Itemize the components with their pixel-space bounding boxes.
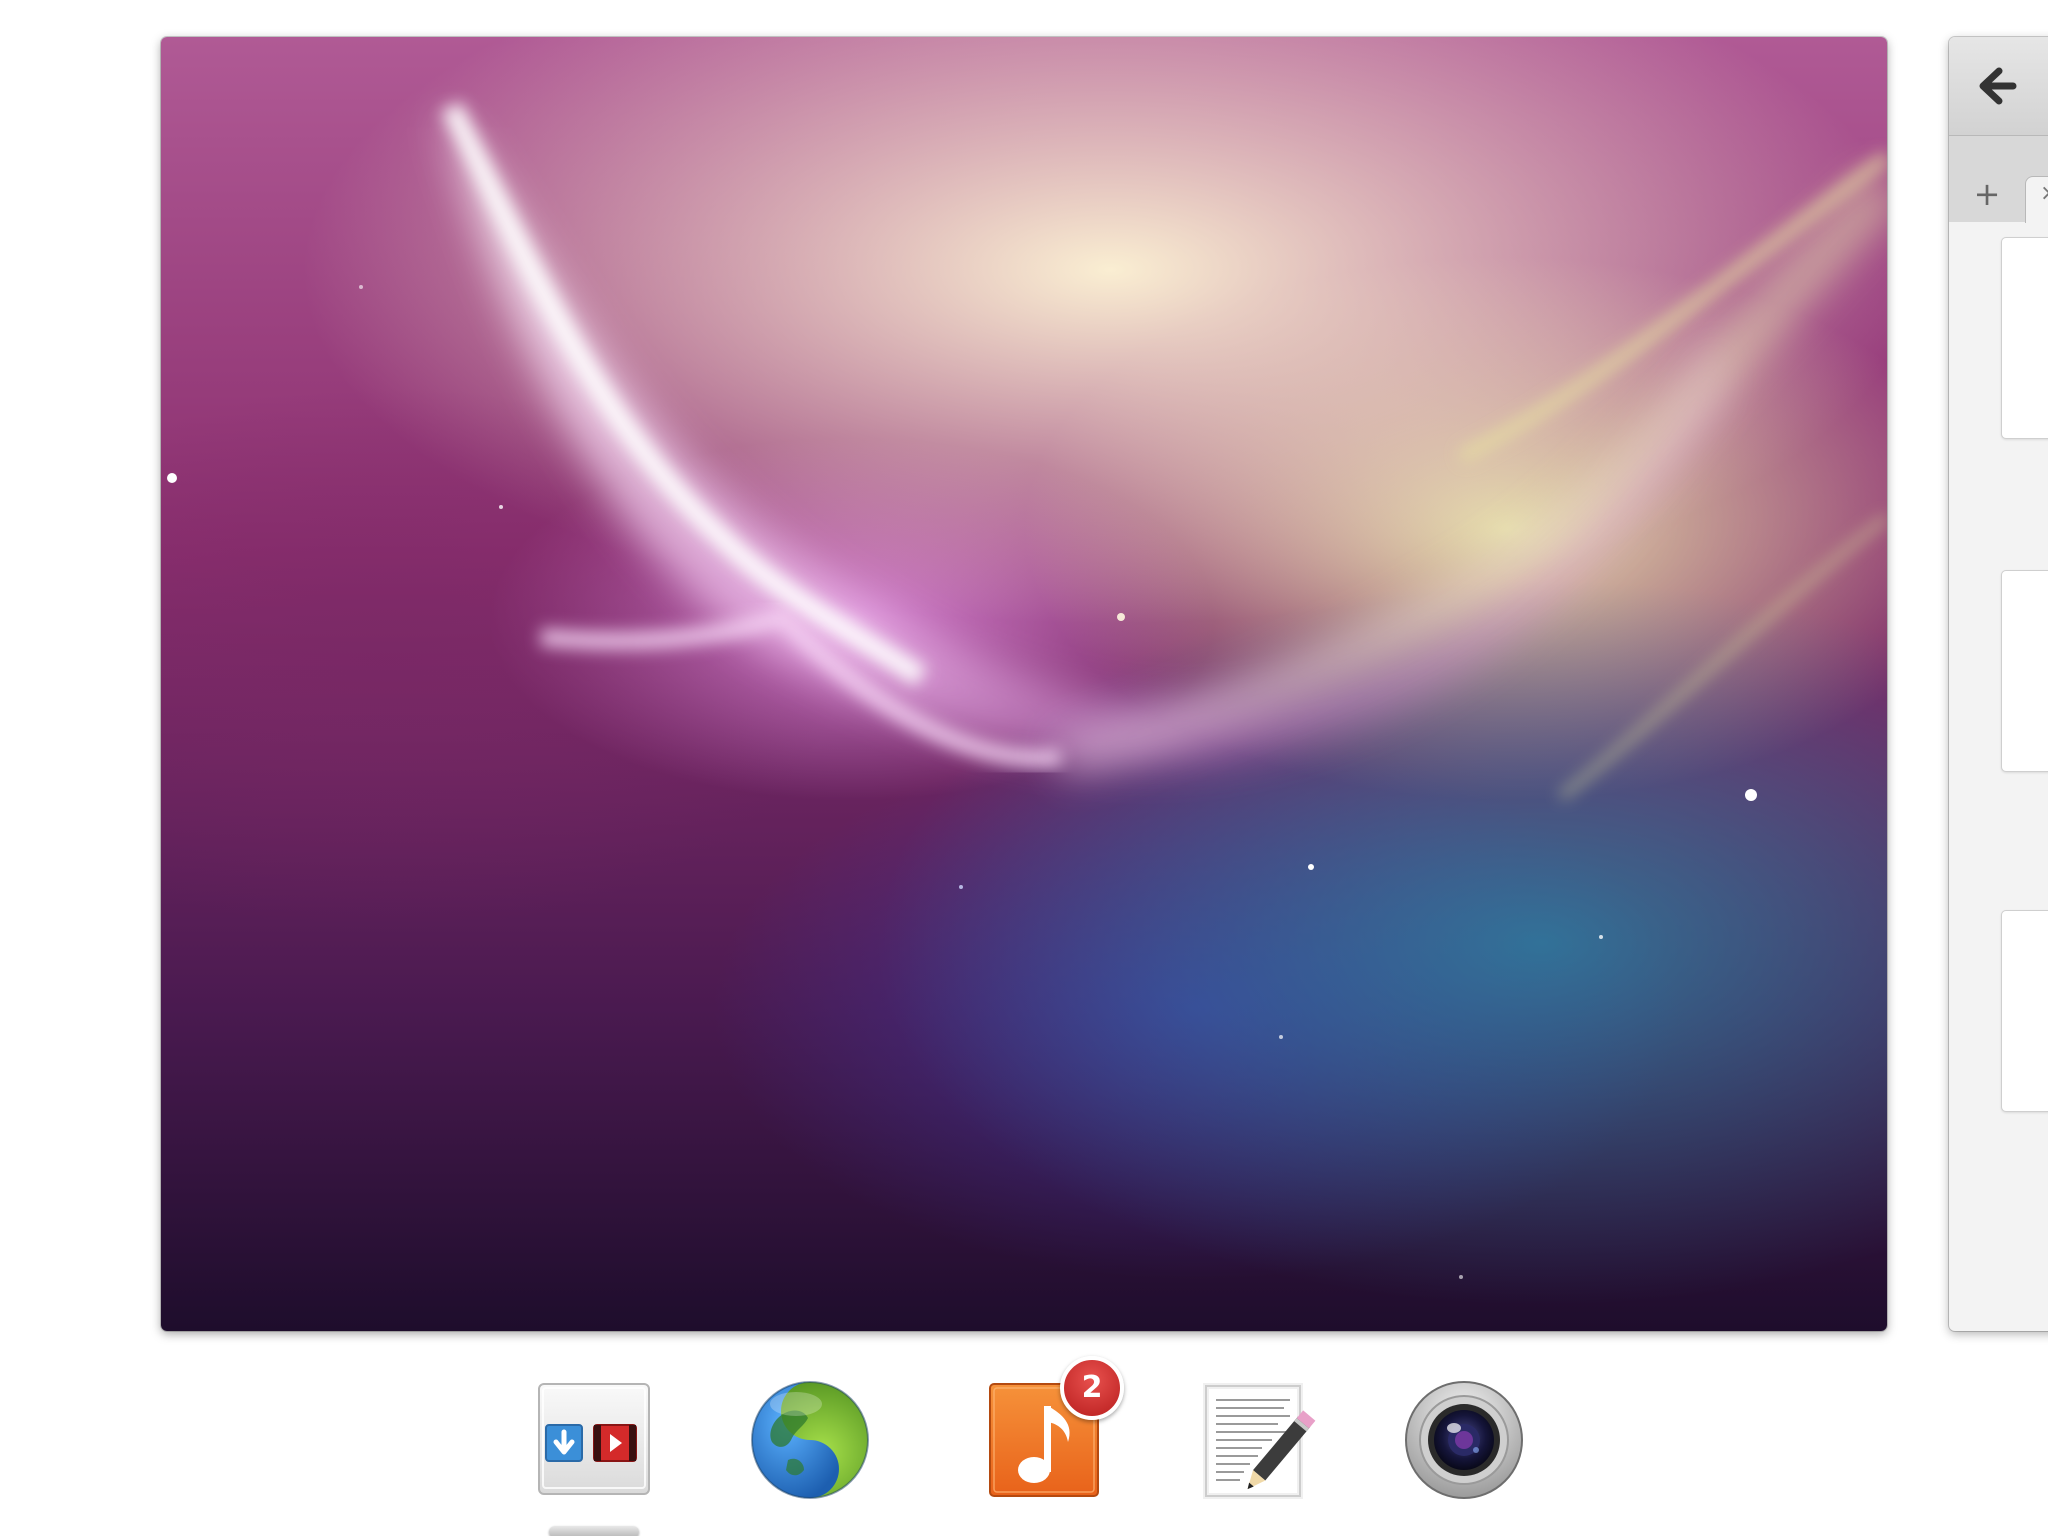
new-tab-button[interactable]: +	[1969, 176, 2005, 212]
text-editor-icon	[1203, 1383, 1316, 1499]
multitasking-view-icon	[538, 1383, 650, 1495]
page-card	[2001, 910, 2048, 1112]
window-toolbar	[1949, 37, 2048, 136]
workspace-wallpaper-preview[interactable]	[161, 37, 1887, 1331]
arrow-left-icon	[1979, 67, 2017, 105]
tab-bar: + ×	[1949, 136, 2048, 223]
tab[interactable]: ×	[2025, 176, 2048, 223]
web-browser-icon	[751, 1381, 869, 1499]
dock-item-web-browser[interactable]	[748, 1378, 872, 1502]
camera-icon	[1405, 1381, 1523, 1499]
dock-item-music[interactable]: 2	[982, 1356, 1124, 1504]
page-card	[2001, 237, 2048, 439]
dock-item-multitasking-view[interactable]	[532, 1380, 656, 1536]
browser-window-preview[interactable]: + ×	[1949, 37, 2048, 1331]
notification-badge: 2	[1060, 1356, 1124, 1420]
nebula-wallpaper	[167, 102, 1887, 1279]
running-indicator	[549, 1526, 639, 1536]
back-button[interactable]	[1971, 61, 2021, 111]
dock: 2	[0, 1356, 2048, 1536]
tab-close-icon[interactable]: ×	[2040, 181, 2048, 206]
dock-item-text-editor[interactable]	[1192, 1380, 1316, 1504]
desktop: + ×	[0, 0, 2048, 1536]
page-card	[2001, 570, 2048, 772]
dock-item-camera[interactable]	[1402, 1378, 1526, 1502]
